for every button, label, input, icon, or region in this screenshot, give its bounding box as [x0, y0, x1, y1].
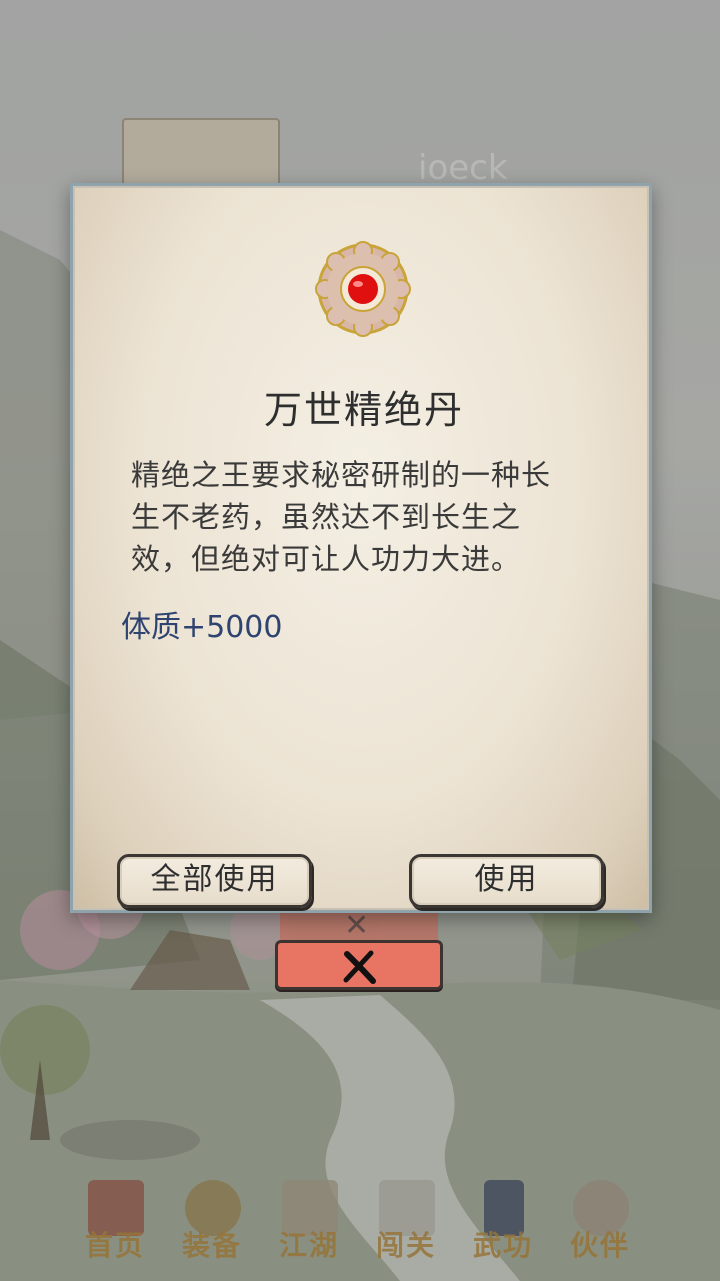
use-button[interactable]: 使用 [409, 854, 604, 908]
item-stat-bonus: 体质+5000 [121, 610, 283, 645]
item-title: 万世精绝丹 [263, 388, 464, 432]
item-detail-dialog: 万世精绝丹 精绝之王要求秘密研制的一种长生不老药，虽然达不到长生之效，但绝对可让… [70, 183, 652, 913]
close-x-icon [343, 950, 376, 984]
red-pill-icon [311, 239, 415, 339]
item-description: 精绝之王要求秘密研制的一种长生不老药，虽然达不到长生之效，但绝对可让人功力大进。 [131, 458, 552, 576]
use-all-button[interactable]: 全部使用 [117, 854, 312, 908]
close-dialog-button[interactable] [275, 940, 443, 990]
